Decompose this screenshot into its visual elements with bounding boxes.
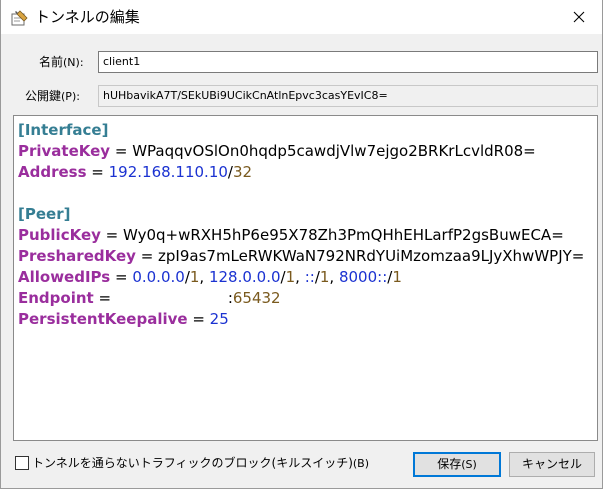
window-title: トンネルの編集 xyxy=(35,8,140,26)
editor-line: AllowedIPs = 0.0.0.0/1, 128.0.0.0/1, ::/… xyxy=(18,268,402,286)
cancel-button[interactable]: キャンセル xyxy=(509,452,595,477)
allowed-ip: 0.0.0.0 xyxy=(132,268,185,286)
editor-line: PresharedKey = zpI9as7mLeRWKWaN792NRdYUi… xyxy=(18,247,585,265)
allowed-ip-cidr: 1 xyxy=(189,268,200,286)
pubkey-label: 公開鍵(P): xyxy=(25,88,80,105)
editor-blank-line xyxy=(18,183,593,204)
editor-line: PersistentKeepalive = 25 xyxy=(18,310,229,328)
editor-line: [Peer] xyxy=(18,204,593,225)
close-button[interactable] xyxy=(556,0,602,34)
endpoint-port: 65432 xyxy=(232,289,281,307)
allowed-ip-cidr: 1 xyxy=(392,268,402,286)
allowed-ip: 128.0.0.0 xyxy=(208,268,281,286)
close-icon xyxy=(573,11,585,23)
endpoint-name: Endpoint xyxy=(18,289,94,307)
private-key-name: PrivateKey xyxy=(18,142,111,160)
name-label-text: 名前 xyxy=(39,55,64,69)
block-untunneled-mnemonic: (B) xyxy=(352,457,370,470)
allowed-ip: 8000:: xyxy=(338,268,388,286)
block-untunneled-label-text: トンネルを通らないトラフィックのブロック(キルスイッチ) xyxy=(32,456,353,470)
save-button-label: 保存 xyxy=(437,457,462,471)
pubkey-label-text: 公開鍵 xyxy=(25,89,62,103)
editor-line: PrivateKey = WPaqqvOSlOn0hqdp5cawdjVlw7e… xyxy=(18,142,536,160)
allowed-ips-name: AllowedIPs xyxy=(18,268,111,286)
address-name: Address xyxy=(18,163,87,181)
private-key-value: WPaqqvOSlOn0hqdp5cawdjVlw7ejgo2BRKrLcvld… xyxy=(132,142,536,160)
keepalive-value: 25 xyxy=(209,310,229,328)
block-untunneled-checkbox[interactable] xyxy=(15,456,29,470)
tunnel-edit-icon xyxy=(11,10,28,26)
interface-section-header: [Interface] xyxy=(18,121,109,139)
cancel-button-label: キャンセル xyxy=(521,457,582,471)
preshared-key-value: zpI9as7mLeRWKWaN792NRdYUiMzomzaa9LJyXhwW… xyxy=(158,247,585,265)
name-label: 名前(N): xyxy=(39,54,84,71)
allowed-ip-cidr: 1 xyxy=(285,268,296,286)
save-button-mnemonic: (S) xyxy=(461,458,477,471)
name-label-mnemonic: (N): xyxy=(63,56,84,69)
editor-line: [Interface] xyxy=(18,120,593,141)
address-ip: 192.168.110.10 xyxy=(108,163,228,181)
name-input[interactable]: client1 xyxy=(98,51,598,73)
public-key-name: PublicKey xyxy=(18,226,101,244)
editor-line: Endpoint = :65432 xyxy=(18,289,281,307)
pubkey-label-mnemonic: (P): xyxy=(61,90,80,103)
edit-tunnel-dialog: トンネルの編集 名前(N): client1 公開鍵(P): hUHbavikA… xyxy=(0,0,603,489)
save-button[interactable]: 保存(S) xyxy=(413,452,501,477)
keepalive-name: PersistentKeepalive xyxy=(18,310,188,328)
title-bar: トンネルの編集 xyxy=(1,0,602,34)
preshared-key-name: PresharedKey xyxy=(18,247,136,265)
pubkey-field[interactable]: hUHbavikA7T/SEkUBi9UCikCnAtlnEpvc3casYEv… xyxy=(98,85,598,107)
allowed-ip: :: xyxy=(304,268,315,286)
editor-line: Address = 192.168.110.10/32 xyxy=(18,163,253,181)
editor-line: PublicKey = Wy0q+wRXH5hP6e95X78Zh3PmQHhE… xyxy=(18,226,564,244)
public-key-value: Wy0q+wRXH5hP6e95X78Zh3PmQHhEHLarfP2gsBuw… xyxy=(123,226,564,244)
block-untunneled-label[interactable]: トンネルを通らないトラフィックのブロック(キルスイッチ)(B) xyxy=(32,455,369,472)
peer-section-header: [Peer] xyxy=(18,205,71,223)
address-cidr: 32 xyxy=(232,163,253,181)
config-editor[interactable]: [Interface] PrivateKey = WPaqqvOSlOn0hqd… xyxy=(13,115,598,441)
allowed-ip-cidr: 1 xyxy=(319,268,330,286)
